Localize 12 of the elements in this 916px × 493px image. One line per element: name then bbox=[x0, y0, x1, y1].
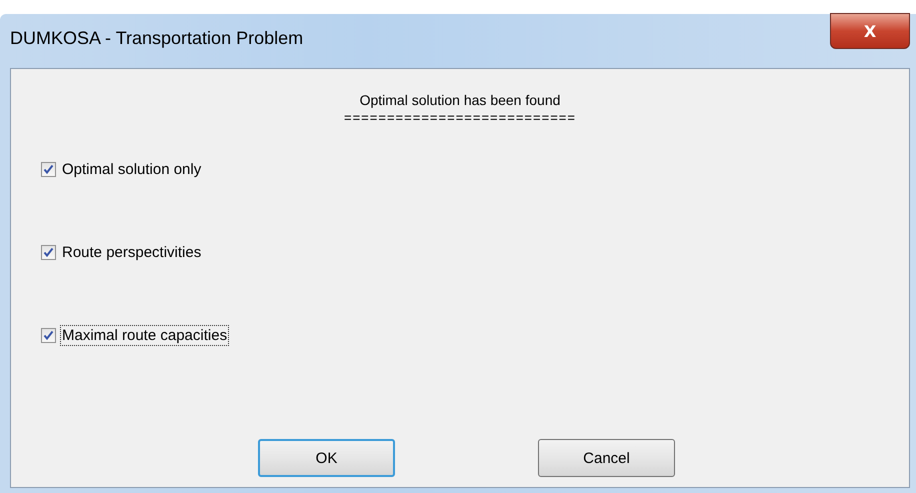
checkbox[interactable] bbox=[41, 328, 56, 342]
checkbox-label[interactable]: Maximal route capacities bbox=[60, 324, 230, 346]
checkbox-label[interactable]: Optimal solution only bbox=[60, 158, 204, 180]
window-title: DUMKOSA - Transportation Problem bbox=[10, 28, 304, 49]
checkbox[interactable] bbox=[41, 244, 56, 260]
checkbox[interactable] bbox=[41, 162, 56, 176]
checkbox-label[interactable]: Route perspectivities bbox=[60, 242, 204, 262]
close-button[interactable]: X bbox=[830, 13, 910, 49]
message-text: Optimal solution has been found bbox=[360, 91, 560, 109]
dialog-button[interactable]: Cancel bbox=[538, 439, 675, 477]
separator-text: =========================== bbox=[344, 109, 576, 127]
dialog-button[interactable]: OK bbox=[258, 439, 395, 477]
